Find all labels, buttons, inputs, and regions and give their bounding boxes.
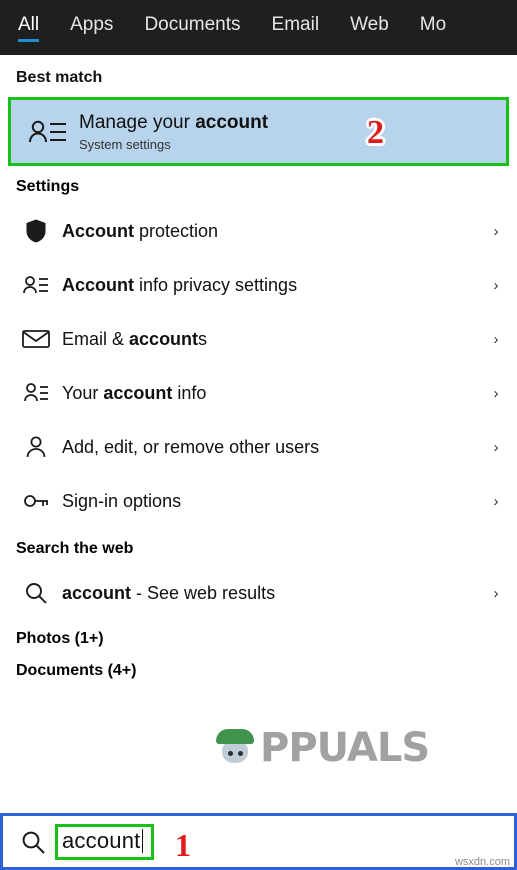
chevron-right-icon[interactable]: › bbox=[485, 585, 507, 602]
settings-row-sign-in-options[interactable]: Sign-in options › bbox=[0, 474, 517, 528]
settings-row-bold: Account bbox=[62, 220, 134, 241]
settings-row-plain: info bbox=[172, 382, 207, 403]
best-match-result[interactable]: Manage your account System settings 2 bbox=[8, 97, 509, 166]
tab-email[interactable]: Email bbox=[272, 0, 339, 36]
tab-active-underline bbox=[18, 39, 40, 42]
search-input-highlight[interactable]: account bbox=[55, 823, 155, 860]
web-heading: Search the web bbox=[16, 540, 134, 557]
chevron-right-icon[interactable]: › bbox=[485, 277, 507, 294]
key-icon bbox=[18, 490, 54, 512]
settings-row-email-accounts[interactable]: Email & accounts › bbox=[0, 312, 517, 366]
text-caret bbox=[142, 828, 144, 853]
settings-row-account-info-privacy[interactable]: Account info privacy settings › bbox=[0, 258, 517, 312]
best-match-text: Manage your account System settings bbox=[79, 112, 268, 152]
best-match-title-plain: Manage your bbox=[79, 111, 196, 133]
chevron-right-icon[interactable]: › bbox=[485, 493, 507, 510]
settings-row-label: Add, edit, or remove other users bbox=[62, 436, 320, 457]
search-input[interactable]: account bbox=[62, 828, 140, 854]
tab-overflow-fade bbox=[495, 0, 517, 55]
settings-row-plain: info privacy settings bbox=[134, 274, 298, 295]
corner-note: wsxdn.com bbox=[454, 856, 510, 868]
tab-documents-label: Documents bbox=[144, 14, 241, 35]
chevron-right-icon[interactable]: › bbox=[485, 331, 507, 348]
best-match-heading: Best match bbox=[16, 69, 103, 86]
search-icon bbox=[15, 829, 51, 855]
web-result-label: account - See web results bbox=[62, 583, 485, 604]
settings-row-label: Account info privacy settings bbox=[62, 275, 485, 296]
step-badge-1: 1 bbox=[175, 827, 191, 863]
step-badge-2: 2 bbox=[367, 114, 384, 151]
tab-web[interactable]: Web bbox=[350, 0, 408, 36]
results-panel: Best match Manage your account System se… bbox=[0, 55, 517, 813]
settings-row-your-account-info[interactable]: Your account info › bbox=[0, 366, 517, 420]
tab-web-label: Web bbox=[350, 14, 389, 35]
user-card-icon bbox=[25, 112, 71, 152]
settings-row-plain: s bbox=[198, 328, 208, 349]
settings-row-plain: protection bbox=[134, 220, 219, 241]
settings-row-bold: Account bbox=[62, 274, 134, 295]
settings-row-plain-pre: Email & bbox=[62, 328, 130, 349]
tab-strip[interactable]: All Apps Documents Email Web Mo bbox=[0, 0, 517, 55]
tab-more-label: Mo bbox=[419, 14, 447, 35]
settings-row-add-remove-users[interactable]: Add, edit, or remove other users › bbox=[0, 420, 517, 474]
settings-row-account-protection[interactable]: Account protection › bbox=[0, 204, 517, 258]
group-photos-heading[interactable]: Photos (1+) bbox=[0, 620, 517, 652]
settings-row-label: Account protection bbox=[62, 221, 485, 242]
best-match-title: Manage your account bbox=[79, 112, 268, 134]
tab-all[interactable]: All bbox=[18, 0, 58, 42]
settings-row-bold: account bbox=[103, 382, 173, 403]
settings-heading: Settings bbox=[16, 178, 80, 195]
tab-all-label: All bbox=[18, 14, 40, 35]
settings-row-label: Email & accounts bbox=[62, 329, 485, 350]
shield-icon bbox=[18, 218, 54, 244]
user-list-icon bbox=[18, 274, 54, 296]
tab-more[interactable]: Mo bbox=[420, 0, 465, 36]
settings-row-bold: account bbox=[129, 328, 199, 349]
settings-row-plain-pre: Your bbox=[62, 382, 104, 403]
settings-row-label: Sign-in options bbox=[62, 490, 182, 511]
tab-apps[interactable]: Apps bbox=[70, 0, 132, 36]
chevron-right-icon[interactable]: › bbox=[485, 439, 507, 456]
group-documents-heading[interactable]: Documents (4+) bbox=[0, 652, 517, 684]
best-match-wrap: Manage your account System settings 2 bbox=[0, 97, 517, 166]
best-match-title-bold: account bbox=[195, 111, 269, 133]
settings-row-label: Your account info bbox=[62, 383, 485, 404]
tab-documents[interactable]: Documents bbox=[144, 0, 259, 36]
taskbar-search-bar[interactable]: account 1 wsxdn.com bbox=[0, 813, 517, 870]
chevron-right-icon[interactable]: › bbox=[485, 385, 507, 402]
chevron-right-icon[interactable]: › bbox=[485, 223, 507, 240]
search-icon bbox=[18, 581, 54, 605]
person-icon bbox=[18, 435, 54, 459]
user-badge-icon bbox=[18, 381, 54, 405]
web-result-row[interactable]: account - See web results › bbox=[0, 566, 517, 620]
best-match-subtitle: System settings bbox=[79, 136, 171, 152]
tab-apps-label: Apps bbox=[70, 14, 114, 35]
mail-icon bbox=[18, 329, 54, 349]
web-result-bold: account bbox=[62, 582, 132, 603]
web-result-plain: - See web results bbox=[131, 582, 276, 603]
tab-email-label: Email bbox=[271, 14, 320, 35]
